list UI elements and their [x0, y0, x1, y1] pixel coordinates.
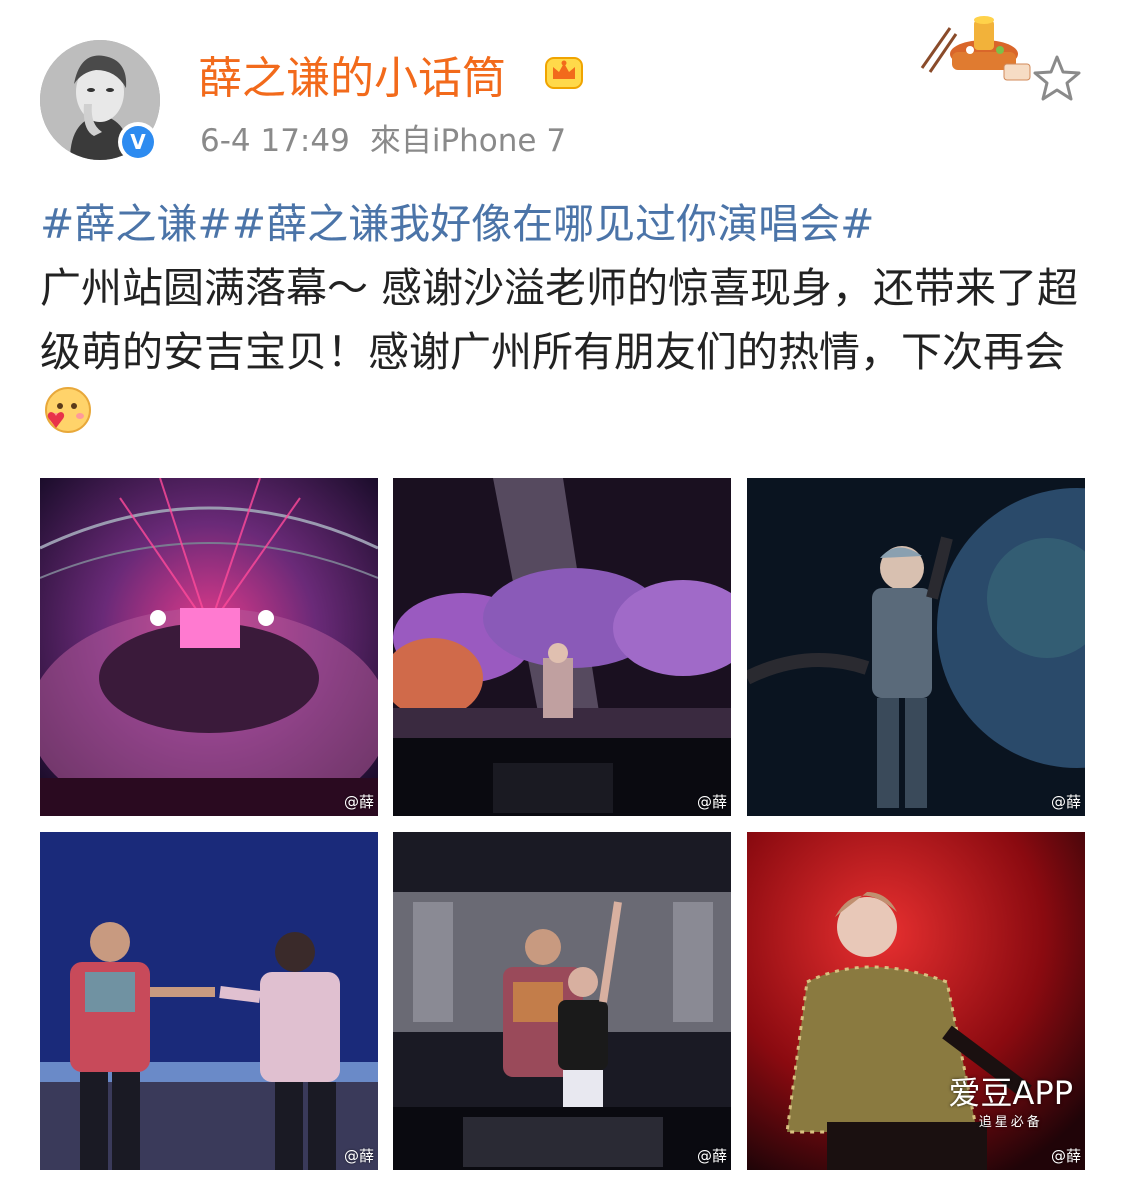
post-source[interactable]: 來自iPhone 7	[370, 123, 566, 159]
post-header: V 薛之谦的小话筒 6-4 17:49 來自iPhone 7	[0, 0, 1125, 180]
photo-watermark: @薛	[1050, 1147, 1081, 1165]
hashtag-link[interactable]: #薛之谦我好像在哪见过你演唱会#	[232, 200, 875, 248]
app-watermark-tagline: 追星必备	[978, 1115, 1043, 1130]
photo-thumbnail[interactable]: @薛	[40, 832, 378, 1170]
photo-watermark: @薛	[343, 793, 374, 811]
post-body: 广州站圆满落幕～ 感谢沙溢老师的惊喜现身，还带来了超级萌的安吉宝贝！感谢广州所有…	[40, 264, 1079, 376]
photo-watermark: @薛	[343, 1147, 374, 1165]
username[interactable]: 薛之谦的小话筒	[198, 42, 506, 106]
app-watermark: 爱豆APP 追星必备	[949, 1075, 1074, 1130]
app-watermark-name: 爱豆APP	[948, 1074, 1074, 1112]
photo-thumbnail[interactable]: @薛	[393, 832, 731, 1170]
post-timestamp: 6-4 17:49	[200, 123, 350, 159]
verified-badge: V	[118, 122, 158, 162]
hotpot-icon	[920, 16, 1031, 81]
hashtag-link[interactable]: #薛之谦#	[40, 200, 232, 248]
post-meta: 6-4 17:49 來自iPhone 7	[200, 115, 566, 160]
post-text: #薛之谦##薛之谦我好像在哪见过你演唱会# 广州站圆满落幕～ 感谢沙溢老师的惊喜…	[40, 192, 1090, 448]
photo-thumbnail[interactable]: 爱豆APP 追星必备 @薛	[747, 832, 1085, 1170]
verified-icon: V	[122, 126, 154, 158]
photo-watermark: @薛	[696, 1147, 727, 1165]
photo-watermark: @薛	[1050, 793, 1081, 811]
blush-heart-emoji-icon	[45, 387, 91, 433]
photo-watermark: @薛	[696, 793, 727, 811]
crown-icon	[545, 57, 583, 89]
photo-thumbnail[interactable]: @薛	[393, 478, 731, 816]
photo-thumbnail[interactable]: @薛	[747, 478, 1085, 816]
star-icon[interactable]	[1030, 52, 1084, 106]
photo-thumbnail[interactable]: @薛	[40, 478, 378, 816]
